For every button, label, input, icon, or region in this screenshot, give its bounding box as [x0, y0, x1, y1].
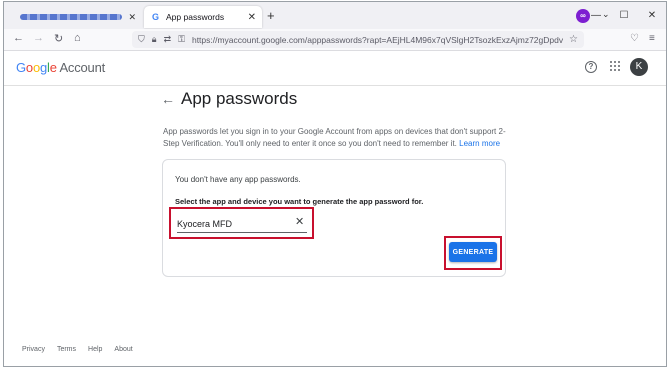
footer-links: Privacy Terms Help About: [22, 346, 133, 353]
avatar[interactable]: K: [630, 58, 648, 76]
key-icon[interactable]: ⚿: [178, 34, 185, 45]
back-arrow-icon[interactable]: ←: [161, 91, 175, 107]
description-text: App passwords let you sign in to your Go…: [163, 127, 506, 148]
close-window-button[interactable]: ✕: [638, 10, 666, 21]
shield-icon[interactable]: ⛉: [138, 34, 145, 45]
generate-button[interactable]: GENERATE: [449, 242, 497, 262]
google-account-header: Google Account ? K: [4, 51, 666, 86]
redacted-tab-title: [20, 14, 123, 20]
google-apps-icon[interactable]: [610, 61, 620, 71]
account-wordmark: Account: [59, 60, 106, 75]
window-controls: — ☐ ✕: [582, 2, 666, 29]
new-tab-button[interactable]: +: [267, 8, 275, 23]
highlight-box-generate: GENERATE: [444, 236, 502, 270]
tab-close-icon[interactable]: ✕: [128, 12, 136, 23]
tab-inbox[interactable]: ✕: [14, 6, 142, 28]
tab-close-icon[interactable]: ✕: [248, 12, 256, 23]
tab-strip: ✕ G App passwords ✕ + ∞ ⌄ — ☐ ✕: [4, 2, 666, 29]
tab-title: App passwords: [166, 12, 225, 22]
page-description: App passwords let you sign in to your Go…: [163, 126, 508, 149]
footer-link-terms[interactable]: Terms: [57, 346, 76, 353]
maximize-button[interactable]: ☐: [610, 10, 638, 21]
browser-window: ✕ G App passwords ✕ + ∞ ⌄ — ☐ ✕ ← → ↻ ⌂ …: [3, 1, 667, 367]
help-icon[interactable]: ?: [585, 61, 597, 73]
permissions-icon[interactable]: ⇄: [164, 34, 172, 45]
navigation-bar: ← → ↻ ⌂ ⛉ 🔒︎ ⇄ ⚿ https://myaccount.googl…: [4, 29, 666, 51]
highlight-box-input: ✕: [169, 207, 314, 239]
lock-icon[interactable]: 🔒︎: [152, 34, 157, 45]
app-password-card: You don't have any app passwords. Select…: [162, 159, 506, 277]
footer-link-help[interactable]: Help: [88, 346, 102, 353]
page-title: App passwords: [181, 89, 298, 108]
minimize-button[interactable]: —: [582, 10, 610, 21]
google-account-logo[interactable]: Google Account: [16, 60, 105, 75]
google-wordmark: Google: [16, 60, 57, 75]
no-passwords-message: You don't have any app passwords.: [175, 175, 301, 184]
tab-app-passwords[interactable]: G App passwords ✕: [144, 6, 262, 28]
reload-icon[interactable]: ↻: [54, 32, 63, 45]
clear-icon[interactable]: ✕: [295, 215, 304, 228]
forward-icon[interactable]: →: [33, 32, 44, 44]
footer-link-about[interactable]: About: [114, 346, 132, 353]
address-bar[interactable]: ⛉ 🔒︎ ⇄ ⚿ https://myaccount.google.com/ap…: [132, 31, 584, 48]
bookmark-star-icon[interactable]: ☆: [569, 34, 578, 45]
back-icon[interactable]: ←: [13, 32, 24, 44]
footer-link-privacy[interactable]: Privacy: [22, 346, 45, 353]
menu-icon[interactable]: ≡: [649, 33, 655, 44]
google-favicon-icon: G: [150, 11, 161, 23]
learn-more-link[interactable]: Learn more: [459, 139, 500, 148]
pocket-icon[interactable]: ♡: [630, 33, 639, 44]
home-icon[interactable]: ⌂: [74, 32, 81, 44]
select-app-label: Select the app and device you want to ge…: [175, 197, 424, 206]
url-text[interactable]: https://myaccount.google.com/apppassword…: [192, 35, 563, 45]
app-name-input[interactable]: [177, 215, 307, 233]
